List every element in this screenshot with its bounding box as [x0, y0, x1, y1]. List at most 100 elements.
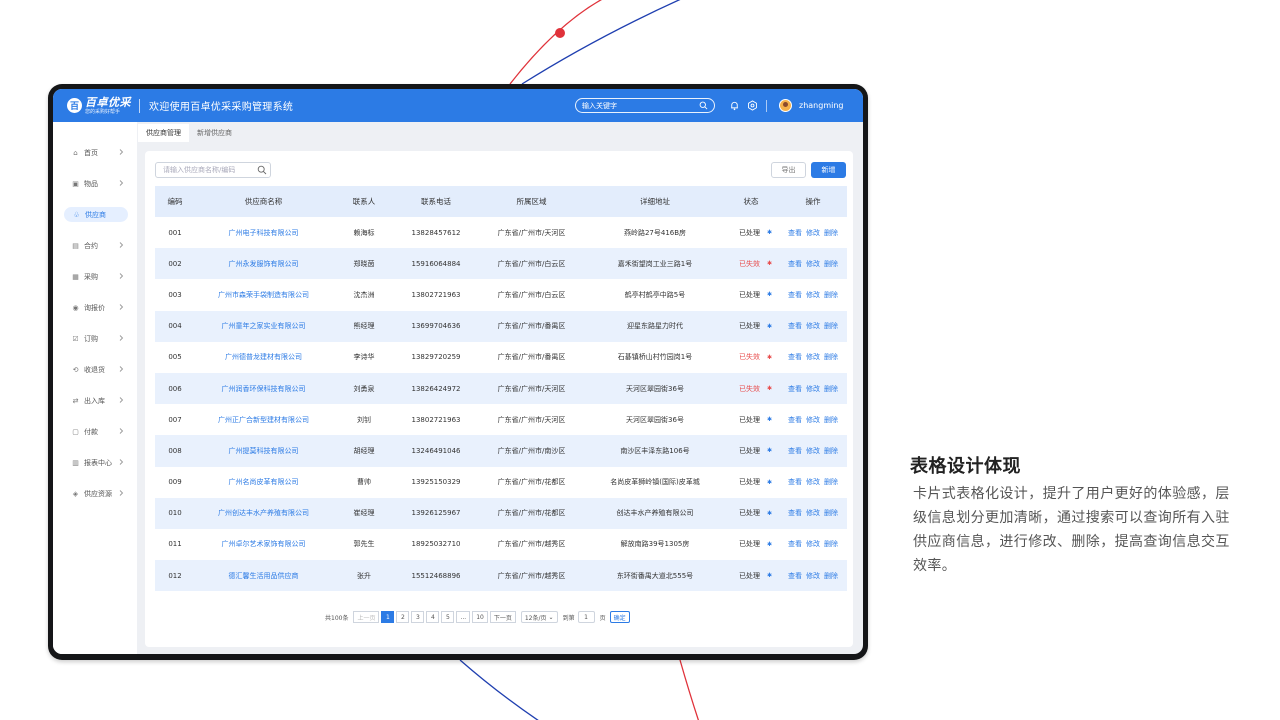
edit-link[interactable]: 修改	[806, 540, 820, 548]
delete-link[interactable]: 删除	[824, 229, 838, 237]
cell-name[interactable]: 广州卓尔艺术家饰有限公司	[195, 529, 332, 560]
sidebar-item-payment[interactable]: ▢ 付款	[61, 424, 131, 439]
cell-region: 广东省/广州市/番禺区	[497, 353, 566, 362]
delete-link[interactable]: 删除	[824, 291, 838, 299]
view-link[interactable]: 查看	[788, 322, 802, 330]
view-link[interactable]: 查看	[788, 447, 802, 455]
search-icon[interactable]	[257, 165, 267, 175]
cell-region: 广东省/广州市/天河区	[476, 372, 587, 405]
delete-link[interactable]: 删除	[824, 509, 838, 517]
sidebar-item-return[interactable]: ⟲ 收退货	[61, 362, 131, 377]
supplier-search-input[interactable]: 请输入供应商名称/编码	[155, 162, 271, 178]
page-number-button[interactable]: 4	[426, 611, 440, 623]
status-text: 已失效	[739, 353, 760, 362]
edit-link[interactable]: 修改	[806, 416, 820, 424]
view-link[interactable]: 查看	[788, 260, 802, 268]
cell-name[interactable]: 德汇馨生活用品供应商	[195, 560, 332, 592]
cell-region: 广东省/广州市/天河区	[497, 415, 566, 424]
cell-name[interactable]: 广州德普龙建材有限公司	[195, 342, 332, 373]
prev-page-button[interactable]: 上一页	[353, 611, 380, 623]
delete-link[interactable]: 删除	[824, 353, 838, 361]
sidebar-item-warehouse[interactable]: ⇄ 出入库	[61, 393, 131, 408]
cell-name[interactable]: 广州名尚皮革有限公司	[195, 467, 332, 498]
cell-name[interactable]: 广州永发服饰有限公司	[195, 248, 332, 280]
username[interactable]: zhangming	[799, 101, 843, 110]
settings-icon[interactable]	[747, 100, 758, 111]
sidebar-item-purchase[interactable]: ▦ 采购	[61, 269, 131, 284]
cell-name[interactable]: 广州正广合新型建材有限公司	[195, 404, 332, 435]
page-number-button[interactable]: 3	[411, 611, 425, 623]
cell-name[interactable]: 广州提莫科技有限公司	[195, 435, 332, 467]
view-link[interactable]: 查看	[788, 509, 802, 517]
page-number-button[interactable]: 2	[396, 611, 410, 623]
edit-link[interactable]: 修改	[806, 260, 820, 268]
delete-link[interactable]: 删除	[824, 416, 838, 424]
tab-supplier-management[interactable]: 供应商管理	[138, 124, 189, 142]
bell-icon[interactable]	[729, 100, 740, 111]
view-link[interactable]: 查看	[788, 478, 802, 486]
sidebar-item-report[interactable]: ▥ 报表中心	[61, 455, 131, 470]
delete-link[interactable]: 删除	[824, 540, 838, 548]
delete-link[interactable]: 删除	[824, 478, 838, 486]
view-link[interactable]: 查看	[788, 229, 802, 237]
cell-status: 已处理 ✱	[723, 467, 779, 498]
add-supplier-button[interactable]: 新增	[811, 162, 846, 178]
delete-link[interactable]: 删除	[824, 385, 838, 393]
sidebar-item-order[interactable]: ☑ 订购	[61, 331, 131, 346]
edit-link[interactable]: 修改	[806, 385, 820, 393]
page-number-button[interactable]: 5	[441, 611, 455, 623]
sidebar-item-home[interactable]: ⌂ 首页	[61, 145, 131, 160]
edit-link[interactable]: 修改	[806, 509, 820, 517]
user-avatar[interactable]	[779, 99, 792, 112]
goto-page-input[interactable]: 1	[577, 611, 595, 623]
global-search-input[interactable]: 输入关键字	[575, 98, 715, 113]
page-number-button[interactable]: 10	[472, 611, 488, 623]
tab-new-supplier[interactable]: 新增供应商	[189, 124, 240, 142]
edit-link[interactable]: 修改	[806, 291, 820, 299]
sidebar-item-contract[interactable]: ▤ 合约	[61, 238, 131, 253]
delete-link[interactable]: 删除	[824, 572, 838, 580]
status-badge: 已处理 ✱	[739, 509, 772, 517]
delete-link[interactable]: 删除	[824, 322, 838, 330]
status-text: 已处理	[739, 540, 760, 549]
sidebar-item-label: 首页	[84, 148, 98, 157]
cell-address: 迎星东路星力时代	[587, 310, 723, 342]
sidebar-item-resource[interactable]: ◈ 供应资源	[61, 486, 131, 501]
view-link[interactable]: 查看	[788, 291, 802, 299]
goto-confirm-button[interactable]: 确定	[609, 611, 630, 623]
page-number-button[interactable]: 1	[381, 611, 395, 623]
edit-link[interactable]: 修改	[806, 478, 820, 486]
view-link[interactable]: 查看	[788, 416, 802, 424]
sidebar-item-supplier[interactable]: ♧ 供应商	[64, 207, 128, 222]
cell-name[interactable]: 广州润香环保科技有限公司	[195, 372, 332, 405]
table-row: 001 广州电子科技有限公司 赖海标 13828457612 广东省/广州市/天河区 燕岭…	[155, 217, 847, 248]
delete-link[interactable]: 删除	[824, 260, 838, 268]
view-link[interactable]: 查看	[788, 353, 802, 361]
sidebar-item-quote[interactable]: ◉ 询报价	[61, 300, 131, 315]
edit-link[interactable]: 修改	[806, 229, 820, 237]
page-size-select[interactable]: 12条/页 ⌄	[520, 611, 558, 623]
export-button[interactable]: 导出	[771, 162, 806, 178]
status-badge: 已处理 ✱	[739, 291, 772, 299]
cell-address: 创达丰水产养殖有限公司	[587, 497, 723, 529]
view-link[interactable]: 查看	[788, 572, 802, 580]
view-link[interactable]: 查看	[788, 385, 802, 393]
cell-code: 004	[155, 310, 195, 342]
edit-link[interactable]: 修改	[806, 353, 820, 361]
cell-name[interactable]: 广州创达丰水产养殖有限公司	[195, 497, 332, 529]
cell-code: 006	[155, 372, 195, 405]
next-page-button[interactable]: 下一页	[489, 611, 516, 623]
search-icon[interactable]	[699, 101, 708, 110]
app-logo[interactable]: 百 百卓优采 您的采购好帮手	[53, 97, 137, 115]
view-link[interactable]: 查看	[788, 540, 802, 548]
cell-actions: 查看 修改 删除	[779, 342, 847, 373]
cell-actions: 查看 修改 删除	[779, 435, 847, 467]
cell-name[interactable]: 广州电子科技有限公司	[195, 217, 332, 248]
edit-link[interactable]: 修改	[806, 572, 820, 580]
delete-link[interactable]: 删除	[824, 447, 838, 455]
cell-name[interactable]: 广州童年之家实业有限公司	[195, 310, 332, 342]
edit-link[interactable]: 修改	[806, 447, 820, 455]
edit-link[interactable]: 修改	[806, 322, 820, 330]
sidebar-item-box[interactable]: ▣ 物品	[61, 176, 131, 191]
cell-name[interactable]: 广州市森荣手袋制造有限公司	[195, 279, 332, 310]
